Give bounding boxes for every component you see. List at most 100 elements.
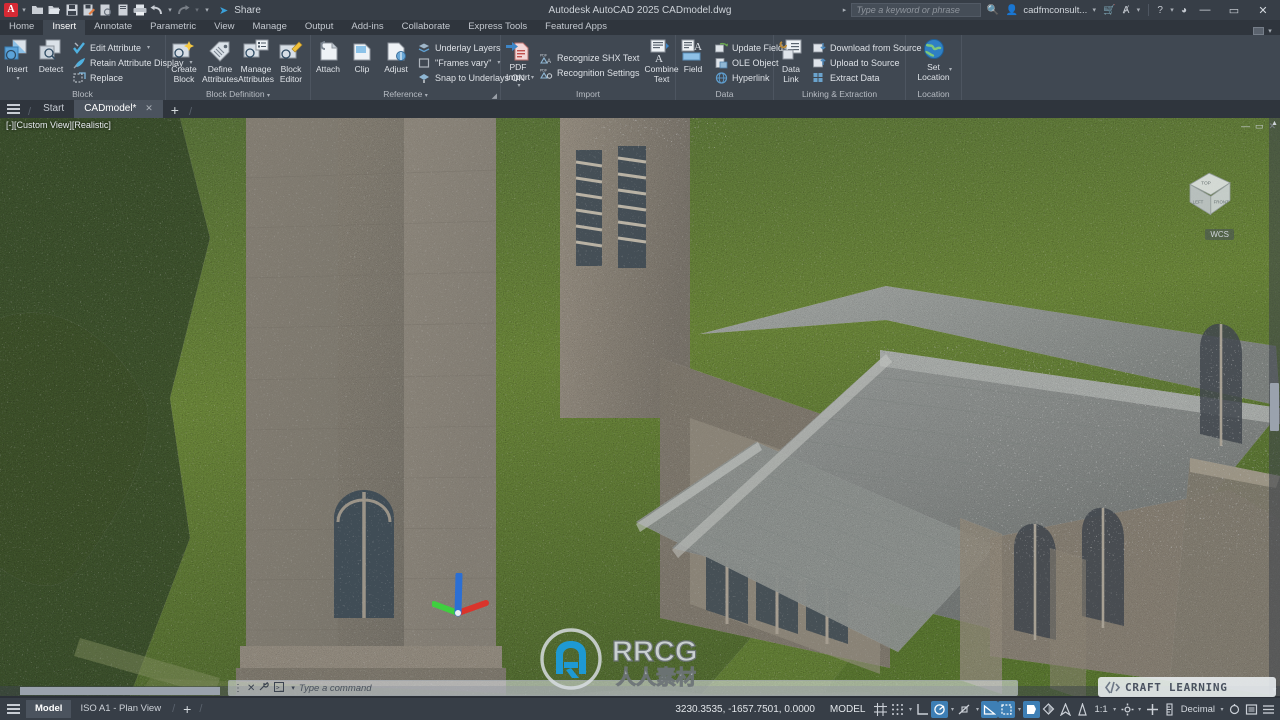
account-caret-icon[interactable]: ▾ — [1090, 6, 1098, 14]
share-button[interactable]: Share — [234, 5, 261, 16]
drawing-viewport[interactable]: [-][Custom View][Realistic] — ▭ ✕ TOP LE… — [0, 118, 1280, 696]
units-icon[interactable] — [1161, 701, 1178, 718]
panel-title-block-definition[interactable]: Block Definition ▾ — [166, 89, 310, 100]
autodesk-apps-icon[interactable]: Ⱥ — [1121, 5, 1132, 16]
viewport-view-controls[interactable]: [-][Custom View][Realistic] — [6, 120, 111, 130]
fullscreen-icon[interactable] — [1243, 701, 1260, 718]
pdf-import-caret-icon[interactable]: ▾ — [517, 82, 520, 89]
ribbon-tab-annotate[interactable]: Annotate — [85, 20, 141, 35]
open-icon[interactable] — [47, 3, 62, 18]
account-name-label[interactable]: cadfmconsult... — [1023, 5, 1087, 16]
publish-icon[interactable] — [115, 3, 130, 18]
insert-dropdown-caret-icon[interactable]: ▾ — [16, 75, 19, 82]
command-input[interactable]: Type a command — [299, 683, 1013, 694]
snap-mode-toggle[interactable] — [889, 701, 906, 718]
command-line-settings-icon[interactable] — [259, 681, 270, 695]
osnap-caret-icon[interactable]: ▾ — [973, 706, 981, 713]
block-definition-panel-caret-icon[interactable]: ▾ — [267, 93, 270, 99]
undo-icon[interactable] — [149, 3, 164, 18]
redo-caret-icon[interactable]: ▾ — [193, 6, 201, 14]
workspace-switching-icon[interactable] — [1119, 701, 1136, 718]
user-avatar-icon[interactable]: 👤 — [1004, 5, 1020, 16]
set-location-caret-icon[interactable]: ▾ — [949, 66, 952, 73]
units-caret-icon[interactable]: ▾ — [1218, 706, 1226, 713]
command-line-grip-icon[interactable]: ⋮ — [233, 683, 243, 694]
set-location-button[interactable]: Set Location ▾ — [911, 36, 957, 89]
redo-icon[interactable] — [176, 3, 191, 18]
manage-attributes-button[interactable]: Manage Attributes — [238, 36, 274, 89]
ucs-caret-icon[interactable]: ▾ — [1015, 706, 1023, 713]
insert-button[interactable]: Insert ▾ — [0, 36, 34, 89]
vertical-scroll-thumb[interactable] — [1270, 383, 1279, 431]
application-menu-icon[interactable] — [0, 100, 26, 118]
new-icon[interactable] — [30, 3, 45, 18]
qat-app-menu-caret-icon[interactable]: ▾ — [20, 6, 28, 14]
horizontal-scroll-thumb[interactable] — [20, 687, 220, 695]
view-cube[interactable]: TOP LEFT FRONT — [1182, 168, 1238, 220]
edit-attribute-caret-icon[interactable]: ▾ — [147, 44, 150, 51]
frames-vary-caret-icon[interactable]: ▾ — [497, 59, 500, 66]
hardware-acceleration-icon[interactable] — [1144, 701, 1161, 718]
layout-tab-model[interactable]: Model — [26, 700, 72, 718]
create-block-button[interactable]: Create Block — [166, 36, 202, 89]
reference-dialog-launcher[interactable]: ◢ — [492, 92, 497, 100]
annotation-visibility-toggle[interactable] — [1074, 701, 1091, 718]
viewport-minimize-button[interactable]: — — [1241, 121, 1250, 132]
reference-panel-caret-icon[interactable]: ▾ — [425, 93, 428, 99]
share-icon[interactable]: ➤ — [219, 4, 228, 17]
ribbon-tab-addins[interactable]: Add-ins — [342, 20, 392, 35]
help-icon[interactable]: ? — [1155, 5, 1165, 16]
close-icon[interactable]: ✕ — [145, 103, 153, 113]
snap-caret-icon[interactable]: ▾ — [906, 706, 914, 713]
recognition-settings-button[interactable]: PDF Recognition Settings — [538, 66, 642, 80]
undo-caret-icon[interactable]: ▾ — [166, 6, 174, 14]
lineweight-toggle[interactable] — [1023, 700, 1041, 718]
clip-button[interactable]: Clip — [345, 36, 379, 89]
ribbon-tab-view[interactable]: View — [205, 20, 243, 35]
grid-display-toggle[interactable] — [872, 701, 889, 718]
selection-cycling-toggle[interactable] — [1057, 701, 1074, 718]
coordinate-readout[interactable]: 3230.3535, -1657.7501, 0.0000 — [667, 704, 823, 715]
command-line-close-icon[interactable]: ✕ — [247, 683, 255, 694]
object-snap-tracking-toggle[interactable] — [981, 700, 999, 718]
tab-start[interactable]: Start — [33, 100, 74, 118]
close-button[interactable]: ✕ — [1250, 4, 1276, 17]
notifications-icon[interactable]: ◕ — [1179, 5, 1189, 16]
ortho-mode-toggle[interactable] — [914, 701, 931, 718]
search-icon[interactable]: 🔍 — [984, 5, 1000, 16]
polar-caret-icon[interactable]: ▾ — [948, 706, 956, 713]
viewport-restore-button[interactable]: ▭ — [1255, 121, 1264, 132]
ribbon-tab-home[interactable]: Home — [0, 20, 43, 35]
maximize-button[interactable]: ▭ — [1221, 4, 1247, 17]
adjust-button[interactable]: Adjust — [379, 36, 413, 89]
panel-title-reference[interactable]: Reference ▾ — [311, 89, 500, 100]
print-icon[interactable] — [132, 3, 147, 18]
attach-button[interactable]: Attach — [311, 36, 345, 89]
search-input[interactable]: Type a keyword or phrase — [851, 3, 982, 17]
scroll-up-arrow-icon[interactable]: ▲ — [1270, 118, 1279, 129]
autocad-a-logo-icon[interactable]: A — [4, 3, 18, 17]
save-icon[interactable] — [64, 3, 79, 18]
dynamic-ucs-toggle[interactable] — [998, 700, 1016, 718]
ribbon-tab-parametric[interactable]: Parametric — [141, 20, 205, 35]
customization-icon[interactable] — [1260, 701, 1277, 718]
search-expand-caret-icon[interactable]: ▸ — [840, 6, 848, 14]
ribbon-tab-collaborate[interactable]: Collaborate — [393, 20, 460, 35]
ribbon-display-options-icon[interactable] — [1253, 27, 1264, 35]
detect-button[interactable]: Detect — [34, 36, 68, 89]
plot-preview-icon[interactable] — [98, 3, 113, 18]
save-as-icon[interactable] — [81, 3, 96, 18]
workspace-caret-icon[interactable]: ▾ — [1136, 706, 1144, 713]
space-mode-toggle[interactable]: MODEL — [823, 704, 873, 715]
status-menu-icon[interactable] — [0, 700, 26, 718]
command-prompt-icon[interactable]: >_ — [274, 681, 287, 695]
recognize-shx-text-button[interactable]: PDF A Recognize SHX Text — [538, 51, 642, 65]
new-drawing-tab-button[interactable]: + — [163, 103, 187, 118]
viewport-vertical-scrollbar[interactable]: ▲ ▼ — [1269, 118, 1280, 696]
object-snap-toggle[interactable] — [956, 701, 973, 718]
viewcube-wcs-label[interactable]: WCS — [1205, 224, 1234, 242]
polar-tracking-toggle[interactable] — [931, 700, 949, 718]
define-attributes-button[interactable]: Define Attributes — [202, 36, 238, 89]
block-editor-button[interactable]: Block Editor — [274, 36, 308, 89]
annotation-scale-caret-icon[interactable]: ▾ — [1111, 706, 1119, 713]
